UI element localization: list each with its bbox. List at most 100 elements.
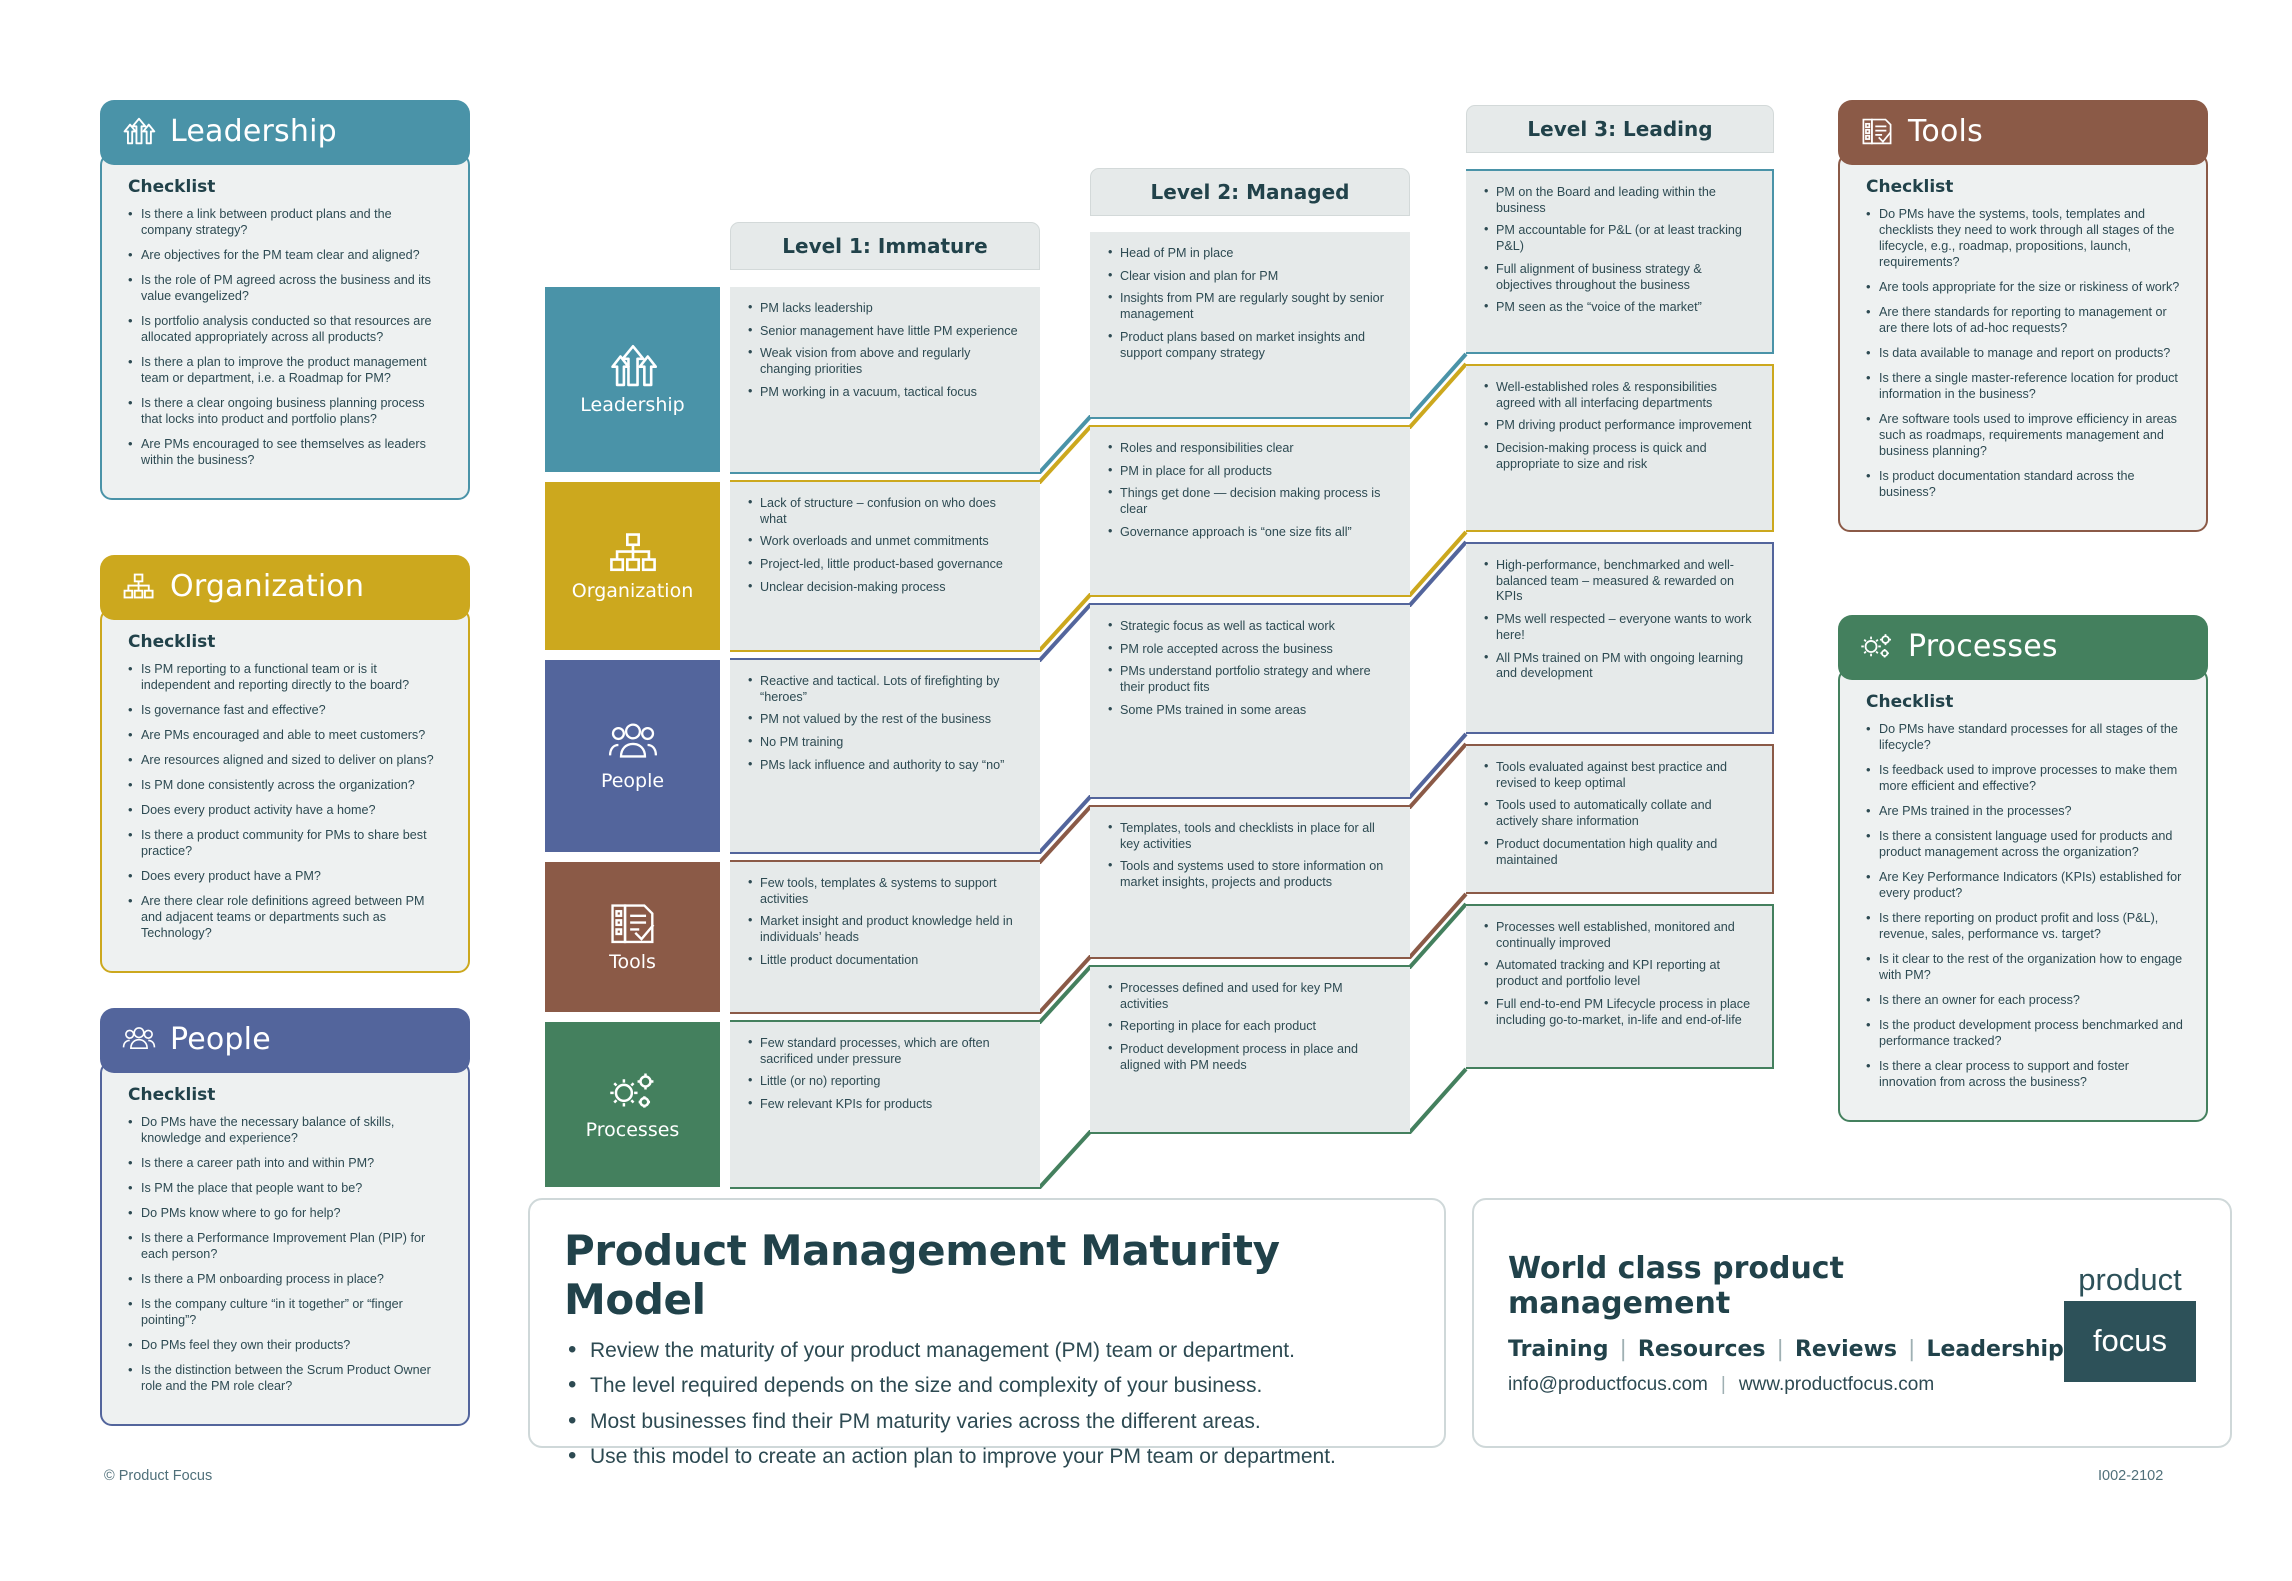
cell-bullet: Reactive and tactical. Lots of firefight… — [748, 673, 1024, 705]
cell-leadership-l1: PM lacks leadership Senior management hav… — [730, 287, 1040, 472]
cell-bullet: PM not valued by the rest of the busines… — [748, 711, 1024, 728]
cell-processes-l2: Processes defined and used for key PM ac… — [1090, 967, 1410, 1132]
contact-separator: | — [1720, 1373, 1726, 1395]
brand-nav-resources[interactable]: Resources — [1638, 1337, 1766, 1362]
cell-bullet: PM driving product performance improveme… — [1484, 417, 1756, 434]
list-item: Do PMs feel they own their products? — [128, 1337, 446, 1354]
cell-leadership-l2: Head of PM in place Clear vision and plan… — [1090, 232, 1410, 417]
arrows-up-icon — [608, 344, 658, 388]
people-group-icon — [122, 1025, 156, 1055]
cell-bullet: Few relevant KPIs for products — [748, 1096, 1024, 1113]
cell-bullet: PM lacks leadership — [748, 300, 1024, 317]
panel-leadership-header: Leadership — [100, 100, 470, 165]
list-item: Is there a Performance Improvement Plan … — [128, 1230, 446, 1263]
list-item: Is there a single master-reference locat… — [1866, 370, 2184, 403]
panel-title: Tools — [1908, 114, 1983, 149]
level-header-l1: Level 1: Immature — [730, 222, 1040, 270]
list-item: Review the maturity of your product mana… — [564, 1335, 1410, 1365]
cell-bullet: Little (or no) reporting — [748, 1073, 1024, 1090]
cell-organization-l2: Roles and responsibilities clear PM in pl… — [1090, 427, 1410, 595]
cell-people-l3: High-performance, benchmarked and well-b… — [1466, 542, 1774, 734]
cell-bullet: Strategic focus as well as tactical work — [1108, 618, 1394, 635]
brand-nav-training[interactable]: Training — [1508, 1337, 1608, 1362]
panel-processes: Processes Checklist Do PMs have standard… — [1838, 615, 2208, 1122]
cell-bullet: PM accountable for P&L (or at least trac… — [1484, 222, 1756, 254]
cell-people-l1: Reactive and tactical. Lots of firefight… — [730, 660, 1040, 852]
checklist-label: Checklist — [128, 632, 216, 652]
list-item: Are PMs encouraged to see themselves as … — [128, 436, 446, 469]
list-item: Is feedback used to improve processes to… — [1866, 762, 2184, 795]
list-item: Is there a consistent language used for … — [1866, 828, 2184, 861]
panel-title: Processes — [1908, 629, 2058, 664]
level-header-label: Level 1: Immature — [782, 234, 988, 258]
level-header-l3: Level 3: Leading — [1466, 105, 1774, 153]
cell-bullet: PM in place for all products — [1108, 463, 1394, 480]
cell-tools-l3: Tools evaluated against best practice an… — [1466, 744, 1774, 894]
cell-bullet: Governance approach is “one size fits al… — [1108, 524, 1394, 541]
cell-bullet: Some PMs trained in some areas — [1108, 702, 1394, 719]
brand-headline: World class product management — [1508, 1250, 1844, 1321]
row-label-text: Leadership — [580, 393, 685, 416]
nav-separator: | — [1619, 1336, 1627, 1362]
row-label-processes: Processes — [545, 1022, 720, 1187]
footer-doc-code: I002-2102 — [2098, 1468, 2164, 1484]
level-header-label: Level 2: Managed — [1150, 180, 1350, 204]
list-item: Are Key Performance Indicators (KPIs) es… — [1866, 869, 2184, 902]
row-label-text: Organization — [571, 580, 694, 602]
cell-bullet: Little product documentation — [748, 952, 1024, 969]
panel-leadership: Leadership Checklist Is there a link bet… — [100, 100, 470, 500]
cell-bullets: Processes well established, monitored an… — [1484, 919, 1756, 1028]
cell-organization-l1: Lack of structure – confusion on who doe… — [730, 482, 1040, 650]
cell-bullet: Unclear decision-making process — [748, 579, 1024, 596]
list-item: Is there a PM onboarding process in plac… — [128, 1271, 446, 1288]
panel-tools: Tools Checklist Do PMs have the systems,… — [1838, 100, 2208, 532]
cell-bullets: Few tools, templates & systems to suppor… — [748, 875, 1024, 969]
list-item: Is the company culture “in it together” … — [128, 1296, 446, 1329]
cell-bullet: Market insight and product knowledge hel… — [748, 913, 1024, 945]
panel-people-header: People — [100, 1008, 470, 1073]
brand-nav-reviews[interactable]: Reviews — [1795, 1337, 1897, 1362]
cell-bullets: Few standard processes, which are often … — [748, 1035, 1024, 1113]
panel-title: Leadership — [170, 114, 337, 149]
cell-bullets: High-performance, benchmarked and well-b… — [1484, 557, 1756, 682]
clipboard-check-icon — [1860, 117, 1894, 147]
list-item: Most businesses find their PM maturity v… — [564, 1405, 1410, 1435]
cell-bullet: Few tools, templates & systems to suppor… — [748, 875, 1024, 907]
brand-nav: Training | Resources | Reviews | Leaders… — [1508, 1337, 2064, 1362]
title-box: Product Management Maturity Model Review… — [528, 1198, 1446, 1471]
list-item: Are there clear role definitions agreed … — [128, 893, 446, 942]
checklist-list: Is PM reporting to a functional team or … — [128, 661, 446, 942]
cell-bullet: Clear vision and plan for PM — [1108, 268, 1394, 285]
cell-bullet: Processes defined and used for key PM ac… — [1108, 980, 1394, 1012]
list-item: Is the role of PM agreed across the busi… — [128, 272, 446, 305]
brand-nav-leadership[interactable]: Leadership — [1926, 1337, 2063, 1362]
checklist-list: Is there a link between product plans an… — [128, 206, 446, 469]
row-label-text: Tools — [609, 951, 656, 973]
cell-bullet: Full alignment of business strategy & ob… — [1484, 261, 1756, 293]
list-item: Are objectives for the PM team clear and… — [128, 247, 446, 264]
list-item: Is the product development process bench… — [1866, 1017, 2184, 1050]
level-header-label: Level 3: Leading — [1527, 117, 1713, 141]
website-link[interactable]: www.productfocus.com — [1739, 1374, 1934, 1396]
list-item: Do PMs have standard processes for all s… — [1866, 721, 2184, 754]
cell-tools-l1: Few tools, templates & systems to suppor… — [730, 862, 1040, 1012]
email-link[interactable]: info@productfocus.com — [1508, 1374, 1708, 1396]
cell-bullets: PM lacks leadership Senior management hav… — [748, 300, 1024, 401]
list-item: Does every product activity have a home? — [128, 802, 446, 819]
nav-separator: | — [1776, 1336, 1784, 1362]
cell-bullet: Project-led, little product-based govern… — [748, 556, 1024, 573]
clipboard-check-icon — [608, 901, 658, 945]
checklist-label: Checklist — [1866, 692, 1954, 712]
cell-bullet: Decision-making process is quick and app… — [1484, 440, 1756, 472]
cell-bullet: Roles and responsibilities clear — [1108, 440, 1394, 457]
level-header-l2: Level 2: Managed — [1090, 168, 1410, 216]
brand-box: World class product management Training … — [1472, 1198, 2232, 1448]
panel-processes-header: Processes — [1838, 615, 2208, 680]
row-label-people: People — [545, 660, 720, 852]
row-label-text: Processes — [585, 1118, 680, 1141]
cell-people-l2: Strategic focus as well as tactical work… — [1090, 605, 1410, 797]
list-item: Does every product have a PM? — [128, 868, 446, 885]
cell-bullets: Roles and responsibilities clear PM in pl… — [1108, 440, 1394, 541]
cell-bullet: Well-established roles & responsibilitie… — [1484, 379, 1756, 411]
cell-leadership-l3: PM on the Board and leading within the b… — [1466, 169, 1774, 354]
